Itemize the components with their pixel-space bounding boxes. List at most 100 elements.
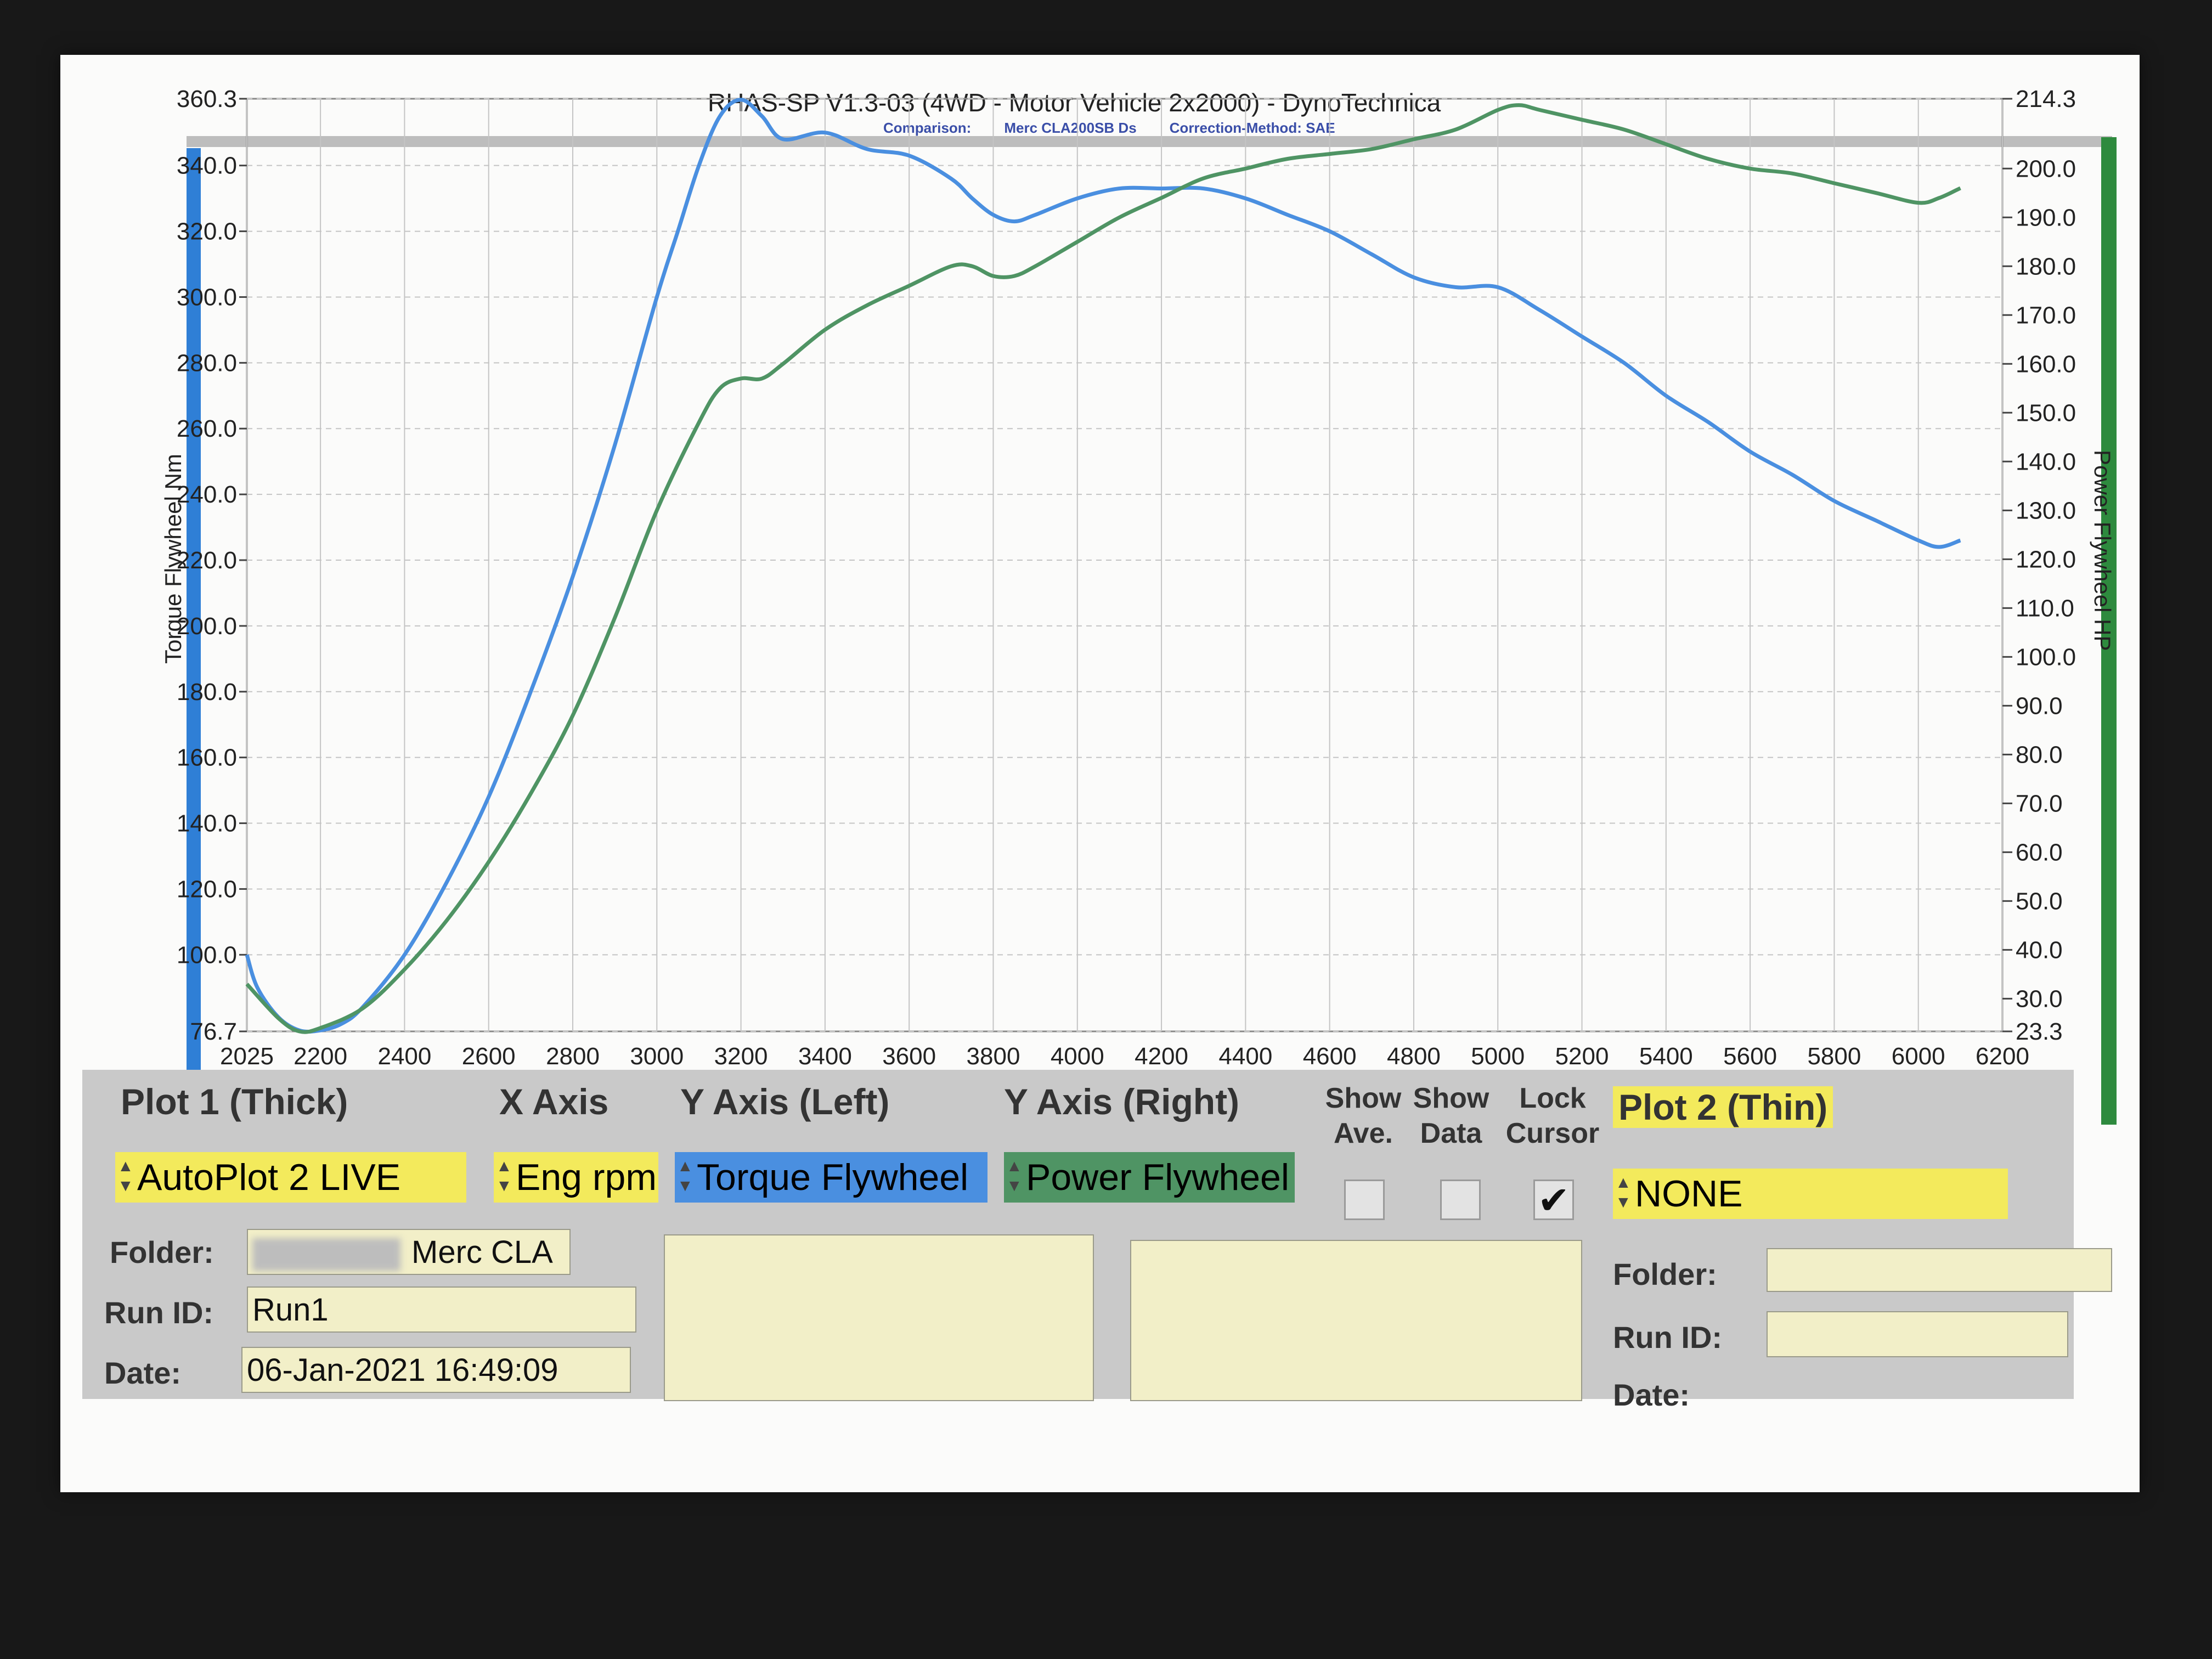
plot-frame <box>246 98 2004 1032</box>
xaxis-select-value: Eng rpm <box>516 1156 657 1198</box>
y-left-tick-label: 140.0 <box>177 810 237 837</box>
y-left-tick-label: 340.0 <box>177 153 237 179</box>
updown-arrows-icon[interactable]: ▲ ▼ <box>677 1156 693 1196</box>
lock-cursor-checkbox[interactable]: ✔ <box>1533 1180 1574 1220</box>
y-right-tick-label: 80.0 <box>2016 741 2063 768</box>
folder-label-right: Folder: <box>1613 1257 1717 1291</box>
folder-field-right[interactable] <box>1767 1248 2112 1292</box>
x-tick-label: 2600 <box>462 1043 516 1070</box>
chart-series <box>245 98 1961 1034</box>
runid-field-right[interactable] <box>1767 1311 2068 1357</box>
y-right-tick-label: 120.0 <box>2016 546 2076 573</box>
show-ave-checkbox[interactable] <box>1344 1180 1385 1220</box>
yleft-select[interactable]: ▲ ▼ Torque Flywheel <box>675 1152 988 1203</box>
x-tick-label: 5200 <box>1555 1043 1609 1070</box>
x-tick-label: 3400 <box>798 1043 852 1070</box>
date-label-right: Date: <box>1613 1378 1690 1412</box>
x-axis-ticks: 2025 2200 2400 2600 2800 3000 3200 3400 3600 3800… <box>220 1043 2029 1070</box>
show-data-checkbox[interactable] <box>1440 1180 1481 1220</box>
x-tick-label: 4200 <box>1135 1043 1188 1070</box>
y-left-tick-label: 320.0 <box>177 218 237 245</box>
updown-arrows-icon[interactable]: ▲ ▼ <box>496 1156 512 1196</box>
control-panel: Plot 1 (Thick) X Axis Y Axis (Left) Y Ax… <box>82 1070 2112 1412</box>
y-right-tick-label: 200.0 <box>2016 155 2076 182</box>
x-tick-label: 2400 <box>377 1043 431 1070</box>
dyno-chart: 2025 2200 2400 2600 2800 3000 3200 3400 3600 3800… <box>160 86 2115 1070</box>
x-tick-label: 3000 <box>630 1043 684 1070</box>
runid-label-right: Run ID: <box>1613 1320 1723 1355</box>
y-left-tick-label: 280.0 <box>177 349 237 376</box>
x-tick-label: 2800 <box>546 1043 600 1070</box>
plot2-heading: Plot 2 (Thin) <box>1613 1086 1833 1128</box>
y-right-tick-label: 30.0 <box>2016 985 2063 1012</box>
y-left-tick-label: 360.3 <box>177 86 237 112</box>
yleft-select-value: Torque Flywheel <box>697 1156 969 1198</box>
xaxis-heading: X Axis <box>499 1081 609 1122</box>
x-tick-label: 5600 <box>1723 1043 1777 1070</box>
updown-arrows-icon[interactable]: ▲ ▼ <box>117 1156 134 1196</box>
y-right-tick-label: 140.0 <box>2016 448 2076 475</box>
power-series-line <box>245 103 1961 1034</box>
y-left-tick-label: 300.0 <box>177 284 237 311</box>
y-right-tick-label: 50.0 <box>2016 888 2063 915</box>
y-left-axis-title: Torque Flywheel Nm <box>160 454 186 664</box>
date-field-left[interactable]: 06-Jan-2021 16:49:09 <box>241 1347 631 1393</box>
y-right-tick-label: 60.0 <box>2016 839 2063 866</box>
x-tick-label: 5800 <box>1807 1043 1861 1070</box>
plot1-select-value: AutoPlot 2 LIVE <box>137 1156 401 1198</box>
y-right-tick-label: 100.0 <box>2016 644 2076 670</box>
y-right-axis-title: Power Flywheel HP <box>2090 450 2115 651</box>
x-tick-label: 3200 <box>714 1043 768 1070</box>
x-tick-label: 5000 <box>1471 1043 1525 1070</box>
x-tick-label: 3800 <box>967 1043 1020 1070</box>
y-right-tick-label: 180.0 <box>2016 253 2076 280</box>
x-tick-label: 2025 <box>220 1043 274 1070</box>
yright-select-value: Power Flywheel <box>1026 1156 1289 1198</box>
y-left-tick-label: 260.0 <box>177 415 237 442</box>
y-right-tick-label: 130.0 <box>2016 497 2076 524</box>
y-left-tick-label: 100.0 <box>177 941 237 968</box>
runid-field-left[interactable]: Run1 <box>247 1286 636 1333</box>
checkmark-icon: ✔ <box>1537 1179 1570 1222</box>
x-tick-label: 4400 <box>1218 1043 1272 1070</box>
y-left-tick-label: 76.7 <box>190 1018 237 1045</box>
y-right-tick-label: 150.0 <box>2016 399 2076 426</box>
chart-grid <box>246 98 2004 1032</box>
plot1-heading: Plot 1 (Thick) <box>121 1081 348 1122</box>
redacted-area <box>252 1238 400 1271</box>
folder-value-left: Merc CLA <box>411 1234 553 1270</box>
y-left-tick-label: 180.0 <box>177 679 237 706</box>
x-tick-label: 4800 <box>1387 1043 1441 1070</box>
x-tick-label: 3600 <box>882 1043 936 1070</box>
torque-series-line <box>245 98 1961 1034</box>
folder-field-left[interactable]: Merc CLA <box>247 1229 571 1275</box>
info-box-1 <box>664 1234 1094 1401</box>
y-right-tick-label: 160.0 <box>2016 351 2076 377</box>
x-tick-label: 2200 <box>294 1043 347 1070</box>
xaxis-select[interactable]: ▲ ▼ Eng rpm <box>494 1152 658 1203</box>
plot2-select-value: NONE <box>1635 1173 1743 1215</box>
yright-select[interactable]: ▲ ▼ Power Flywheel <box>1004 1152 1295 1203</box>
y-right-tick-label: 90.0 <box>2016 692 2063 719</box>
x-tick-label: 6200 <box>1976 1043 2029 1070</box>
yleft-heading: Y Axis (Left) <box>680 1081 890 1122</box>
y-right-tick-label: 190.0 <box>2016 204 2076 231</box>
date-label-left: Date: <box>104 1356 182 1390</box>
info-box-2 <box>1130 1240 1582 1401</box>
y-right-tick-label: 170.0 <box>2016 302 2076 329</box>
y-right-tick-label: 214.3 <box>2016 86 2076 112</box>
runid-label-left: Run ID: <box>104 1295 214 1330</box>
show-data-heading: Show Data <box>1413 1082 1489 1149</box>
plot2-select[interactable]: ▲ ▼ NONE <box>1613 1169 2008 1219</box>
lock-cursor-heading: Lock Cursor <box>1505 1082 1600 1149</box>
x-tick-label: 5400 <box>1639 1043 1693 1070</box>
folder-label-left: Folder: <box>110 1235 214 1269</box>
updown-arrows-icon[interactable]: ▲ ▼ <box>1006 1156 1023 1196</box>
x-tick-label: 6000 <box>1892 1043 1945 1070</box>
y-left-tick-label: 120.0 <box>177 876 237 902</box>
y-right-axis-ticks: 23.3 30.0 40.0 50.0 60.0 70.0 80.0 90.0 100.0 110… <box>2002 86 2076 1045</box>
updown-arrows-icon[interactable]: ▲ ▼ <box>1615 1173 1632 1212</box>
yright-heading: Y Axis (Right) <box>1004 1081 1240 1122</box>
plot1-select[interactable]: ▲ ▼ AutoPlot 2 LIVE <box>115 1152 466 1203</box>
show-ave-heading: Show Ave. <box>1325 1082 1402 1149</box>
